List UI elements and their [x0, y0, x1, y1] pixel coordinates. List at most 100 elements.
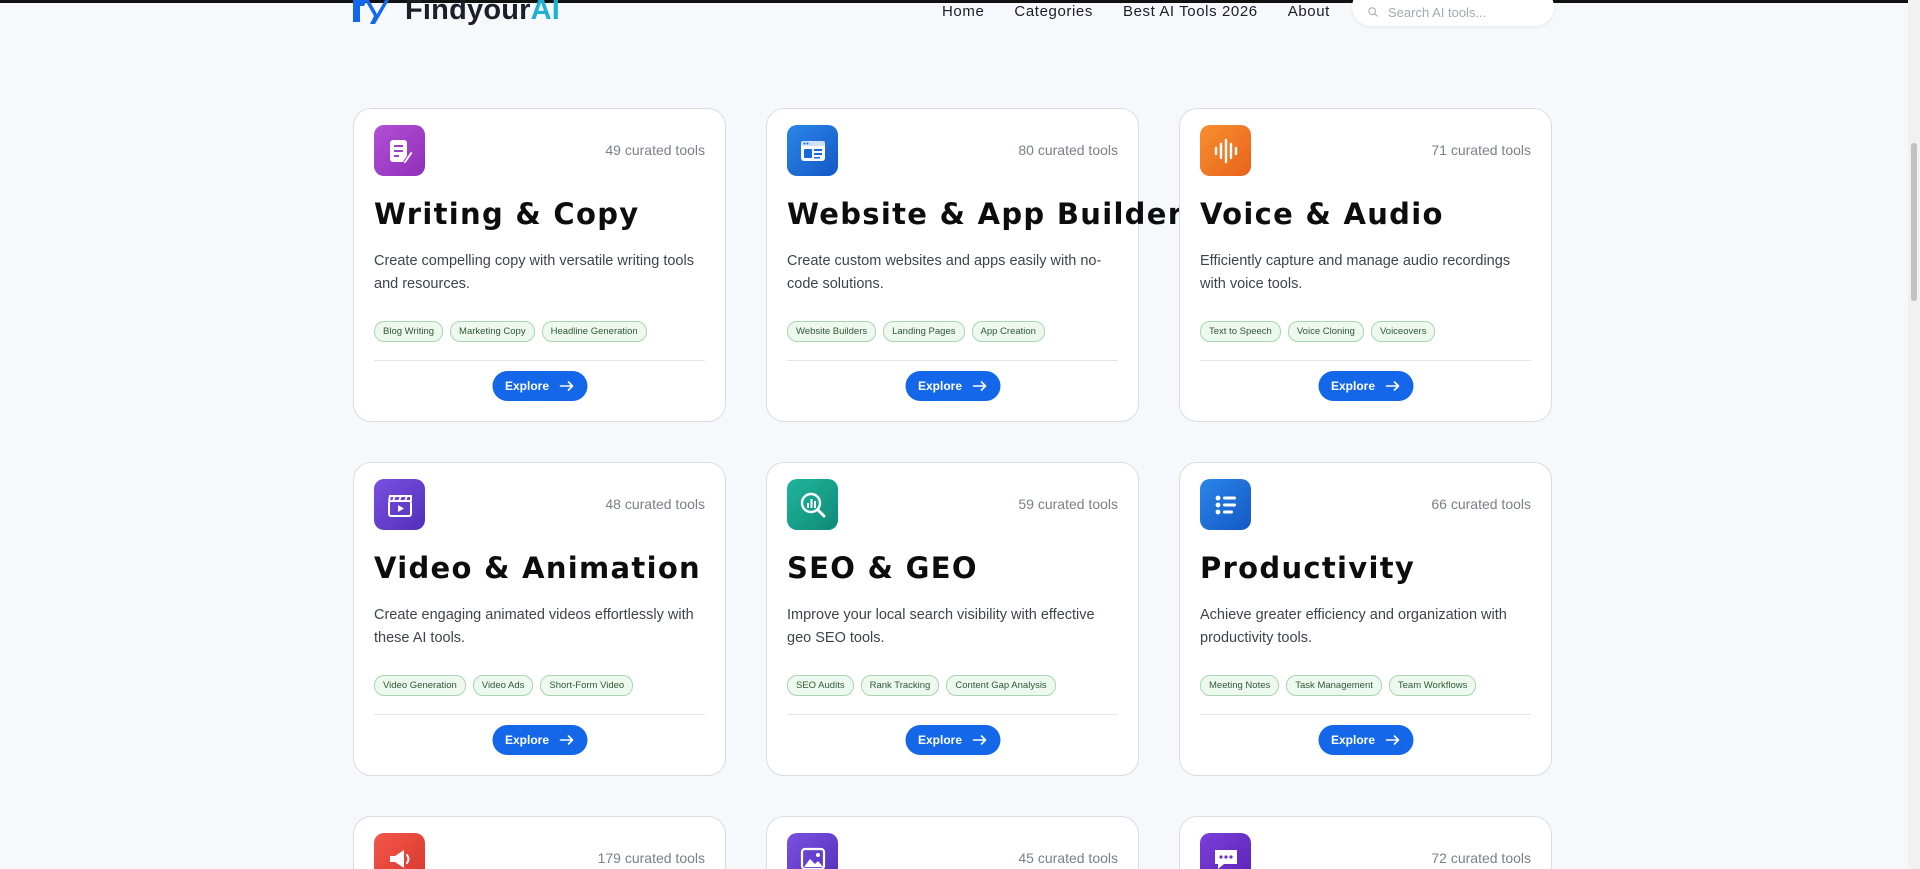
card-title: Writing & Copy — [374, 197, 640, 231]
explore-label: Explore — [917, 733, 963, 747]
card-divider — [787, 714, 1118, 715]
page-scrollbar[interactable] — [1908, 0, 1920, 869]
tag-list: Website Builders Landing Pages App Creat… — [787, 321, 1045, 342]
explore-label: Explore — [1330, 733, 1376, 747]
tool-count: 45 curated tools — [1018, 850, 1118, 866]
tag-list: Video Generation Video Ads Short-Form Vi… — [374, 675, 634, 696]
explore-label: Explore — [917, 379, 963, 393]
tag[interactable]: Meeting Notes — [1200, 675, 1280, 696]
arrow-right-icon — [1385, 381, 1399, 391]
tag-list: Meeting Notes Task Management Team Workf… — [1200, 675, 1477, 696]
card-divider — [1200, 714, 1531, 715]
explore-button[interactable]: Explore — [491, 725, 588, 755]
search-icon — [1368, 7, 1378, 17]
arrow-right-icon — [972, 735, 986, 745]
tag[interactable]: Video Ads — [472, 675, 534, 696]
tag[interactable]: Text to Speech — [1200, 321, 1281, 342]
card-title: Video & Animation — [374, 551, 701, 585]
tool-count: 72 curated tools — [1431, 850, 1531, 866]
tool-count: 48 curated tools — [605, 496, 705, 512]
explore-button[interactable]: Explore — [491, 371, 588, 401]
card-description: Achieve greater efficiency and organizat… — [1200, 607, 1507, 646]
card-description: Improve your local search visibility wit… — [787, 607, 1095, 646]
tool-count: 66 curated tools — [1431, 496, 1531, 512]
tag[interactable]: Task Management — [1286, 675, 1382, 696]
tag[interactable]: Landing Pages — [883, 321, 965, 342]
tool-count: 49 curated tools — [605, 142, 705, 158]
explore-button[interactable]: Explore — [904, 725, 1001, 755]
arrow-right-icon — [559, 735, 573, 745]
search-input[interactable] — [1388, 4, 1538, 20]
card-description: Create compelling copy with versatile wr… — [374, 253, 694, 292]
chat-icon — [1200, 833, 1251, 869]
tag[interactable]: Website Builders — [787, 321, 877, 342]
category-card-video[interactable]: 48 curated tools Video & Animation Creat… — [353, 462, 726, 776]
tag[interactable]: Voice Cloning — [1287, 321, 1364, 342]
site-logo[interactable]: FindyourAI — [351, 0, 560, 27]
category-card-partial-2[interactable]: 45 curated tools — [766, 816, 1139, 869]
megaphone-icon — [374, 833, 425, 869]
audio-wave-icon — [1200, 125, 1251, 176]
tag[interactable]: Video Generation — [374, 675, 466, 696]
tag[interactable]: Short-Form Video — [540, 675, 634, 696]
image-icon — [787, 833, 838, 869]
logo-mark-icon — [353, 0, 389, 24]
checklist-icon — [1200, 479, 1251, 530]
tag[interactable]: Blog Writing — [374, 321, 444, 342]
card-title: Voice & Audio — [1200, 197, 1444, 231]
card-title: SEO & GEO — [787, 551, 978, 585]
category-card-partial-1[interactable]: 179 curated tools — [353, 816, 726, 869]
category-card-partial-3[interactable]: 72 curated tools — [1179, 816, 1552, 869]
writing-icon — [374, 125, 425, 176]
card-divider — [374, 714, 705, 715]
card-divider — [787, 360, 1118, 361]
explore-button[interactable]: Explore — [1317, 725, 1414, 755]
explore-button[interactable]: Explore — [1317, 371, 1414, 401]
nav-categories[interactable]: Categories — [1014, 3, 1093, 20]
tag[interactable]: Rank Tracking — [860, 675, 940, 696]
card-description: Efficiently capture and manage audio rec… — [1200, 253, 1511, 292]
arrow-right-icon — [1385, 735, 1399, 745]
explore-label: Explore — [504, 379, 550, 393]
explore-label: Explore — [504, 733, 550, 747]
category-card-seo[interactable]: 59 curated tools SEO & GEO Improve your … — [766, 462, 1139, 776]
category-card-productivity[interactable]: 66 curated tools Productivity Achieve gr… — [1179, 462, 1552, 776]
tag-list: Blog Writing Marketing Copy Headline Gen… — [374, 321, 647, 342]
explore-label: Explore — [1330, 379, 1376, 393]
site-header: FindyourAI Home Categories Best AI Tools… — [0, 0, 1908, 36]
tag[interactable]: Team Workflows — [1388, 675, 1477, 696]
tag[interactable]: App Creation — [971, 321, 1045, 342]
tag[interactable]: Voiceovers — [1370, 321, 1436, 342]
logo-text: FindyourAI — [405, 0, 560, 27]
arrow-right-icon — [559, 381, 573, 391]
tag[interactable]: Content Gap Analysis — [946, 675, 1056, 696]
category-card-writing[interactable]: 49 curated tools Writing & Copy Create c… — [353, 108, 726, 422]
tool-count: 71 curated tools — [1431, 142, 1531, 158]
card-title: Productivity — [1200, 551, 1416, 585]
search-box[interactable] — [1352, 0, 1554, 26]
tag-list: SEO Audits Rank Tracking Content Gap Ana… — [787, 675, 1056, 696]
video-clapper-icon — [374, 479, 425, 530]
tool-count: 59 curated tools — [1018, 496, 1118, 512]
arrow-right-icon — [972, 381, 986, 391]
tag[interactable]: SEO Audits — [787, 675, 854, 696]
tag[interactable]: Headline Generation — [541, 321, 647, 342]
website-icon — [787, 125, 838, 176]
tool-count: 80 curated tools — [1018, 142, 1118, 158]
card-title: Website & App Builder — [787, 197, 1184, 231]
category-card-voice[interactable]: 71 curated tools Voice & Audio Efficient… — [1179, 108, 1552, 422]
tag-list: Text to Speech Voice Cloning Voiceovers — [1200, 321, 1436, 342]
main-nav: Home Categories Best AI Tools 2026 About — [942, 0, 1330, 22]
tag[interactable]: Marketing Copy — [450, 321, 535, 342]
nav-best-ai-tools[interactable]: Best AI Tools 2026 — [1123, 3, 1258, 20]
category-card-website[interactable]: 80 curated tools Website & App Builder C… — [766, 108, 1182, 422]
card-description: Create custom websites and apps easily w… — [787, 253, 1102, 292]
scrollbar-thumb[interactable] — [1911, 143, 1917, 301]
logo-accent: AI — [530, 0, 561, 26]
explore-button[interactable]: Explore — [904, 371, 1001, 401]
card-divider — [374, 360, 705, 361]
search-chart-icon — [787, 479, 838, 530]
nav-home[interactable]: Home — [942, 3, 984, 20]
nav-about[interactable]: About — [1288, 3, 1330, 20]
card-divider — [1200, 360, 1531, 361]
